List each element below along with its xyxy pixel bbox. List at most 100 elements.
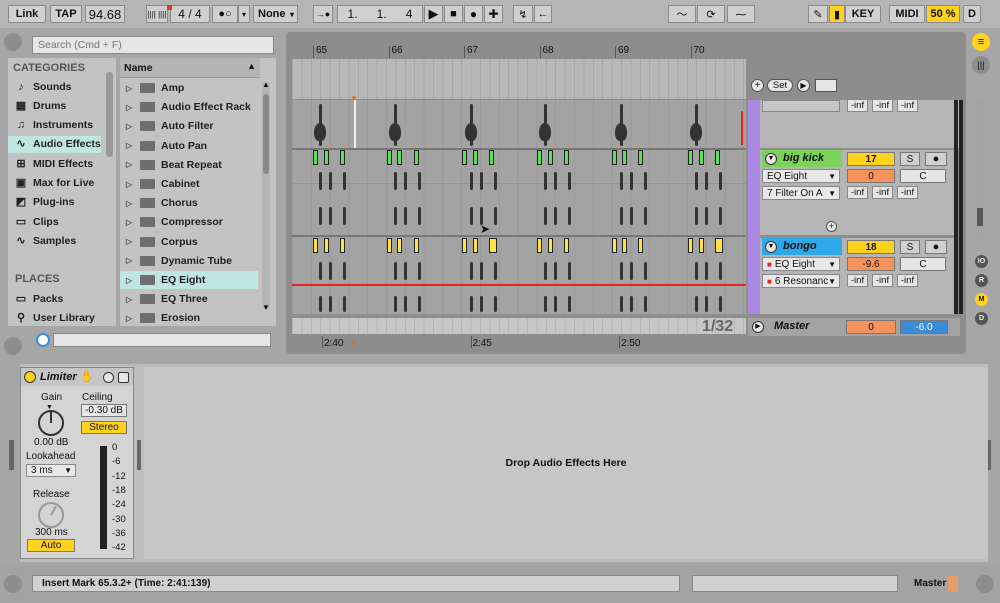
volume-field[interactable]: -9.6: [847, 257, 895, 271]
midi-clip[interactable]: [612, 238, 617, 253]
master-cue-volume[interactable]: -6.0: [900, 320, 948, 334]
midi-clip[interactable]: [699, 150, 704, 165]
lookahead-dropdown[interactable]: 3 ms ▼: [26, 464, 76, 477]
solo-button[interactable]: S: [900, 240, 920, 254]
key-map-button[interactable]: KEY: [845, 5, 881, 23]
device-power-icon[interactable]: [24, 371, 36, 383]
ceiling-field[interactable]: -0.30 dB: [81, 404, 127, 417]
browser-scroll-down-icon[interactable]: ▼: [262, 303, 270, 312]
category-samples[interactable]: ∿ Samples: [8, 232, 104, 249]
right-scrollbar[interactable]: [976, 100, 984, 240]
category-midi-effects[interactable]: ⊞ MIDI Effects: [8, 155, 104, 172]
browser-item[interactable]: ▷ Amp: [120, 79, 258, 97]
automation-arm-icon[interactable]: ↯: [513, 5, 533, 23]
browser-item[interactable]: ▷ Dynamic Tube: [120, 252, 258, 270]
preview-toggle-icon[interactable]: [4, 337, 22, 355]
stop-button[interactable]: ■: [444, 5, 463, 23]
track-number[interactable]: 18: [847, 240, 895, 254]
midi-clip[interactable]: [612, 150, 617, 165]
browser-item[interactable]: ▷ Compressor: [120, 213, 258, 231]
category-max-for-live[interactable]: ▣ Max for Live: [8, 175, 104, 192]
track-number[interactable]: 17: [847, 152, 895, 166]
stereo-button[interactable]: Stereo: [81, 421, 127, 434]
midi-clip[interactable]: [324, 150, 329, 165]
device-chooser[interactable]: ■ EQ Eight ▼: [762, 257, 840, 271]
midi-clip[interactable]: [462, 150, 467, 165]
beat-grid-ruler[interactable]: [292, 59, 746, 99]
categories-scrollbar[interactable]: [106, 72, 113, 157]
browser-item[interactable]: ▷ Auto Filter: [120, 117, 258, 135]
release-knob[interactable]: [38, 502, 64, 528]
browser-scroll-thumb[interactable]: [263, 94, 269, 174]
midi-clip[interactable]: [638, 238, 643, 253]
midi-clip[interactable]: [537, 150, 542, 165]
category-sounds[interactable]: ♪ Sounds: [8, 78, 104, 95]
bar-ruler[interactable]: [292, 44, 746, 59]
punch-out-button[interactable]: ⁓: [727, 5, 755, 23]
solo-button[interactable]: S: [900, 152, 920, 166]
metronome-button[interactable]: |||| ||||: [146, 5, 168, 23]
browser-item[interactable]: ▷ EQ Eight: [120, 271, 258, 289]
track-fold-icon[interactable]: ▼: [765, 153, 777, 165]
tempo-field[interactable]: 94.68: [85, 5, 125, 23]
name-column-header[interactable]: Name ▲: [120, 58, 260, 78]
status-right-toggle-icon[interactable]: [976, 575, 994, 593]
midi-clip[interactable]: [324, 238, 329, 253]
browser-toggle-icon[interactable]: [4, 33, 22, 51]
midi-clip[interactable]: [489, 150, 494, 165]
category-plug-ins[interactable]: ◩ Plug-ins: [8, 194, 104, 211]
midi-clip[interactable]: [313, 238, 318, 253]
loop-start-button[interactable]: 〜: [668, 5, 696, 23]
category-drums[interactable]: ▦ Drums: [8, 97, 104, 114]
drop-zone-left-handle[interactable]: [137, 440, 141, 470]
add-button[interactable]: ✚: [484, 5, 503, 23]
midi-clip[interactable]: [414, 150, 419, 165]
side-toggle-d[interactable]: D: [975, 312, 988, 325]
browser-item[interactable]: ▷ Erosion: [120, 309, 258, 327]
midi-clip[interactable]: [397, 150, 402, 165]
midi-clip[interactable]: [340, 150, 345, 165]
browser-item[interactable]: ▷ Audio Effect Rack: [120, 98, 258, 116]
link-button[interactable]: Link: [8, 5, 46, 23]
midi-clip[interactable]: [715, 238, 723, 253]
midi-clip[interactable]: [473, 238, 478, 253]
category-instruments[interactable]: ♫ Instruments: [8, 117, 104, 134]
midi-clip[interactable]: [489, 238, 497, 253]
midi-clip[interactable]: [473, 150, 478, 165]
volume-field[interactable]: 0: [847, 169, 895, 183]
gain-knob[interactable]: [38, 410, 64, 436]
midi-clip[interactable]: [622, 238, 627, 253]
draw-mode-pencil-icon[interactable]: ✎: [808, 5, 828, 23]
track-lanes[interactable]: [292, 100, 746, 314]
midi-clip[interactable]: [699, 238, 704, 253]
device-chooser[interactable]: EQ Eight ▼: [762, 169, 840, 183]
hot-swap-icon[interactable]: [103, 372, 114, 383]
midi-clip[interactable]: [397, 238, 402, 253]
next-locator-icon[interactable]: ▶: [797, 79, 810, 92]
side-toggle-r[interactable]: R: [975, 274, 988, 287]
quantize-button[interactable]: ●○: [212, 5, 238, 23]
record-button[interactable]: ●: [464, 5, 483, 23]
midi-clip[interactable]: [387, 150, 392, 165]
search-input[interactable]: [32, 36, 274, 54]
browser-item[interactable]: ▷ Corpus: [120, 233, 258, 251]
pan-field[interactable]: C: [900, 169, 946, 183]
computer-midi-keyboard-icon[interactable]: ▮: [829, 5, 845, 23]
arrangement-scrollbar[interactable]: [292, 318, 746, 334]
side-toggle-m[interactable]: M: [975, 293, 988, 306]
place-packs[interactable]: ▭ Packs: [8, 290, 104, 307]
midi-clip[interactable]: [622, 150, 627, 165]
browser-item[interactable]: ▷ Chorus: [120, 194, 258, 212]
limiter-title-bar[interactable]: [21, 368, 133, 386]
side-toggle-io[interactable]: IO: [975, 255, 988, 268]
category-audio-effects[interactable]: ∿ Audio Effects: [8, 135, 101, 153]
midi-clip[interactable]: [564, 238, 569, 253]
browser-item[interactable]: ▷ Auto Pan: [120, 137, 258, 155]
pan-field[interactable]: C: [900, 257, 946, 271]
browser-item[interactable]: ▷ Beat Repeat: [120, 156, 258, 174]
set-locator-button[interactable]: Set: [767, 79, 793, 92]
tap-button[interactable]: TAP: [50, 5, 82, 23]
save-preset-icon[interactable]: [118, 372, 129, 383]
loop-switch-button[interactable]: ⟳: [697, 5, 725, 23]
view-menu-icon[interactable]: ≡: [972, 33, 990, 51]
